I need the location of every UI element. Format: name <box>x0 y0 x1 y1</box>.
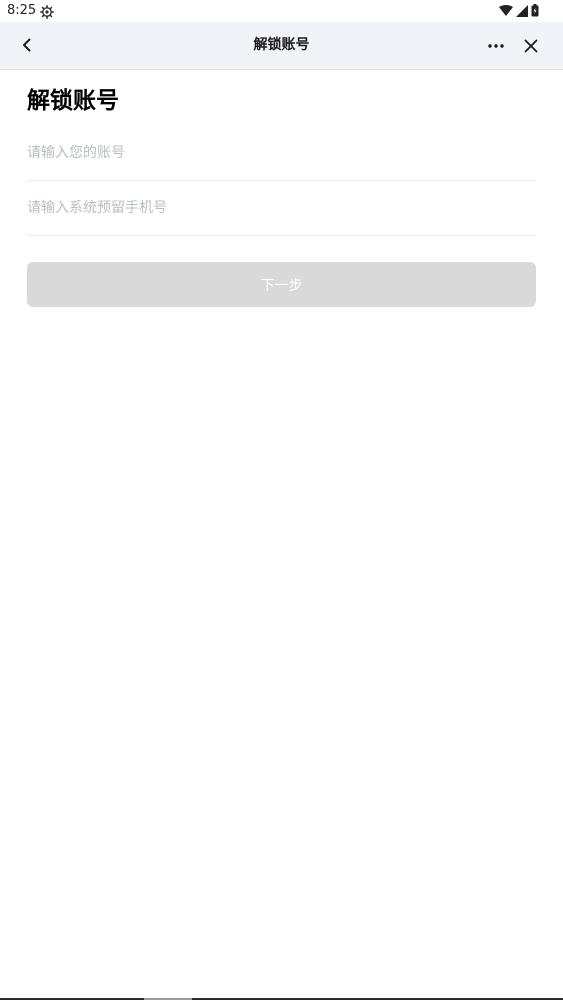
status-icons <box>499 2 539 21</box>
navigation-bar: 解锁账号 <box>0 22 563 70</box>
page-title: 解锁账号 <box>27 88 119 114</box>
bottom-edge <box>0 998 563 1000</box>
status-time: 8:25 <box>7 3 37 18</box>
bottom-handle <box>144 998 192 1000</box>
close-icon[interactable] <box>519 34 543 58</box>
status-bar: 8:25 <box>0 0 563 22</box>
more-icon[interactable] <box>484 34 508 58</box>
phone-input[interactable] <box>27 181 536 235</box>
signal-icon <box>516 2 528 21</box>
unlock-account-screen: 8:25 解锁账号 解锁账号 请输入您的账号 请输入系统预留手机号 下一步 <box>0 0 563 1001</box>
gear-icon <box>40 4 54 19</box>
next-step-button[interactable]: 下一步 <box>27 262 536 307</box>
wifi-icon <box>499 2 513 21</box>
battery-icon <box>531 2 539 21</box>
account-field <box>27 126 536 181</box>
account-input[interactable] <box>27 126 536 180</box>
nav-title: 解锁账号 <box>253 37 310 53</box>
next-step-label: 下一步 <box>260 277 303 294</box>
phone-field <box>27 181 536 236</box>
